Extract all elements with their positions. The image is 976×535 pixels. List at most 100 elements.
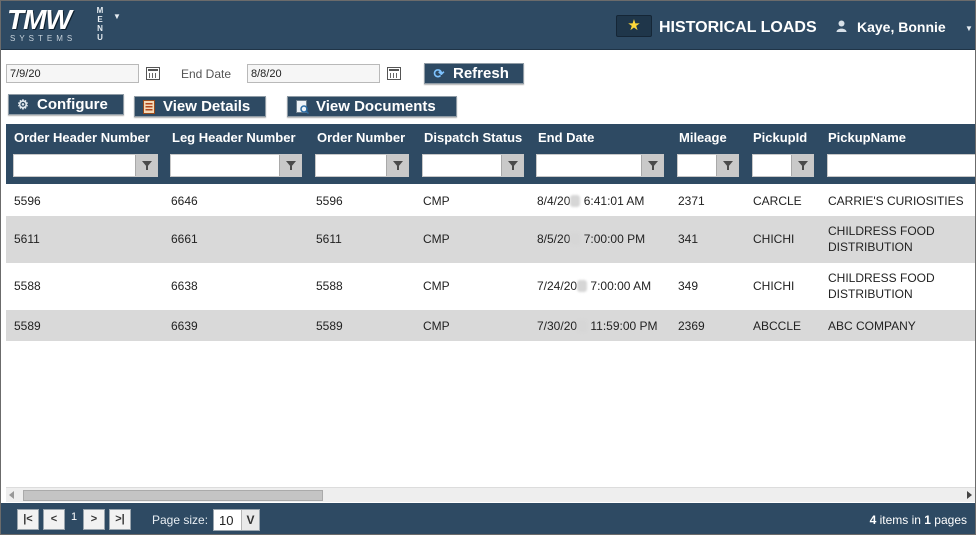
- page-size-select[interactable]: 10 V: [213, 509, 260, 531]
- cell-end-date: 7/30/20 11:59:00 PM: [537, 318, 658, 334]
- pickup-name-line: DISTRIBUTION: [828, 240, 913, 254]
- view-details-button[interactable]: View Details: [134, 96, 266, 117]
- user-menu[interactable]: Kaye, Bonnie: [857, 19, 946, 35]
- tmw-logo[interactable]: TMW SYSTEMS: [7, 6, 87, 46]
- refresh-button[interactable]: ⟳ Refresh: [424, 63, 524, 84]
- horizontal-scrollbar[interactable]: [6, 487, 975, 502]
- redacted-mark: [577, 320, 588, 332]
- chevron-down-icon[interactable]: V: [241, 510, 259, 530]
- column-header-pickup-name[interactable]: PickupName: [828, 130, 906, 145]
- column-header-pickup-id[interactable]: PickupId: [753, 130, 807, 145]
- pickup-name-line: CHILDRESS FOOD: [828, 224, 935, 238]
- menu-button[interactable]: MENU: [93, 6, 107, 42]
- logo-sub-text: SYSTEMS: [10, 34, 77, 43]
- cell-pickup-name: ABC COMPANY: [828, 319, 916, 333]
- cell-pickup-name: CHILDRESS FOOD DISTRIBUTION: [828, 223, 935, 255]
- refresh-label: Refresh: [453, 65, 509, 82]
- cell-dispatch-status: CMP: [423, 319, 450, 333]
- column-header-order-header-number[interactable]: Order Header Number: [14, 130, 150, 145]
- next-page-button[interactable]: >: [83, 509, 105, 530]
- page-size-value: 10: [219, 513, 234, 528]
- top-bar: TMW SYSTEMS MENU ▼ ★ HISTORICAL LOADS Ka…: [1, 1, 975, 50]
- configure-button[interactable]: ⚙ Configure: [8, 94, 124, 115]
- filter-leg-header-number[interactable]: [170, 154, 302, 177]
- table-row[interactable]: 5588 6638 5588 CMP 7/24/20 7:00:00 AM 34…: [6, 263, 975, 310]
- last-page-button[interactable]: >|: [109, 509, 131, 530]
- cell-mileage: 2369: [678, 319, 705, 333]
- pickup-name-line: CHILDRESS FOOD: [828, 271, 935, 285]
- gear-icon: ⚙: [17, 97, 29, 112]
- prev-page-button[interactable]: <: [43, 509, 65, 530]
- first-page-button[interactable]: |<: [17, 509, 39, 530]
- filter-order-number[interactable]: [315, 154, 409, 177]
- filter-pickup-id[interactable]: [752, 154, 814, 177]
- page-size-label: Page size:: [152, 513, 209, 527]
- end-date-input[interactable]: [247, 64, 380, 83]
- cell-dispatch-status: CMP: [423, 232, 450, 246]
- scrollbar-thumb[interactable]: [23, 490, 323, 501]
- menu-caret-icon[interactable]: ▼: [113, 12, 121, 21]
- cell-pickup-id: CHICHI: [753, 279, 795, 293]
- table-row[interactable]: 5611 6661 5611 CMP 8/5/20 7:00:00 PM 341…: [6, 216, 975, 263]
- filter-icon[interactable]: [716, 155, 738, 176]
- view-details-label: View Details: [163, 98, 251, 115]
- table-row[interactable]: 5589 6639 5589 CMP 7/30/20 11:59:00 PM 2…: [6, 310, 975, 341]
- view-documents-button[interactable]: View Documents: [287, 96, 457, 117]
- column-header-end-date[interactable]: End Date: [538, 130, 594, 145]
- filter-dispatch-status[interactable]: [422, 154, 524, 177]
- view-documents-label: View Documents: [316, 98, 436, 115]
- redacted-mark: [570, 195, 581, 207]
- end-date-time: 11:59:00 PM: [590, 319, 658, 333]
- pager: |< < 1 > >| Page size: 10 V 4 items in 1…: [1, 503, 975, 534]
- end-date-time: 7:00:00 AM: [590, 279, 652, 293]
- scroll-left-icon[interactable]: [9, 491, 14, 499]
- end-date-time: 6:41:01 AM: [583, 194, 645, 208]
- cell-mileage: 349: [678, 279, 699, 293]
- pager-info: 4 items in 1 pages: [870, 513, 967, 527]
- calendar-icon[interactable]: [146, 67, 160, 80]
- refresh-icon: ⟳: [433, 66, 445, 81]
- current-page-number[interactable]: 1: [71, 511, 77, 523]
- column-header-mileage[interactable]: Mileage: [679, 130, 727, 145]
- filter-icon[interactable]: [501, 155, 523, 176]
- column-header-dispatch-status[interactable]: Dispatch Status: [424, 130, 522, 145]
- filter-icon[interactable]: [641, 155, 663, 176]
- configure-label: Configure: [37, 96, 108, 113]
- cell-leg-header-number: 6638: [171, 279, 198, 293]
- table-row[interactable]: 5596 6646 5596 CMP 8/4/20 6:41:01 AM 237…: [6, 184, 975, 216]
- logo-main-text: TMW: [7, 4, 72, 35]
- cell-leg-header-number: 6661: [171, 232, 198, 246]
- pages-text: pages: [930, 513, 967, 527]
- document-icon: [295, 100, 309, 115]
- column-header-leg-header-number[interactable]: Leg Header Number: [172, 130, 296, 145]
- filter-pickup-name[interactable]: [827, 154, 975, 177]
- filter-end-date[interactable]: [536, 154, 664, 177]
- start-date-input[interactable]: [6, 64, 139, 83]
- pickup-name-line: DISTRIBUTION: [828, 287, 913, 301]
- filter-icon[interactable]: [386, 155, 408, 176]
- scroll-right-icon[interactable]: [967, 491, 972, 499]
- cell-order-number: 5589: [316, 319, 343, 333]
- grid-header: Order Header Number Leg Header Number Or…: [6, 124, 975, 184]
- user-icon: [836, 20, 847, 35]
- cell-order-number: 5596: [316, 194, 343, 208]
- items-text: items in: [876, 513, 925, 527]
- column-header-order-number[interactable]: Order Number: [317, 130, 405, 145]
- cell-end-date: 8/5/20 7:00:00 PM: [537, 231, 645, 247]
- filter-icon[interactable]: [135, 155, 157, 176]
- filter-order-header-number[interactable]: [13, 154, 158, 177]
- filter-icon[interactable]: [279, 155, 301, 176]
- end-date-day: 7/30/20: [537, 319, 578, 333]
- cell-order-header-number: 5588: [14, 279, 41, 293]
- calendar-icon[interactable]: [387, 67, 401, 80]
- cell-order-header-number: 5596: [14, 194, 41, 208]
- favorite-button[interactable]: ★: [616, 15, 652, 37]
- cell-pickup-id: CHICHI: [753, 232, 795, 246]
- filter-mileage[interactable]: [677, 154, 739, 177]
- filter-icon[interactable]: [791, 155, 813, 176]
- cell-order-number: 5611: [316, 232, 342, 246]
- cell-order-header-number: 5589: [14, 319, 41, 333]
- end-date-day: 7/24/20: [537, 279, 578, 293]
- cell-dispatch-status: CMP: [423, 194, 450, 208]
- user-caret-icon[interactable]: ▼: [965, 24, 973, 33]
